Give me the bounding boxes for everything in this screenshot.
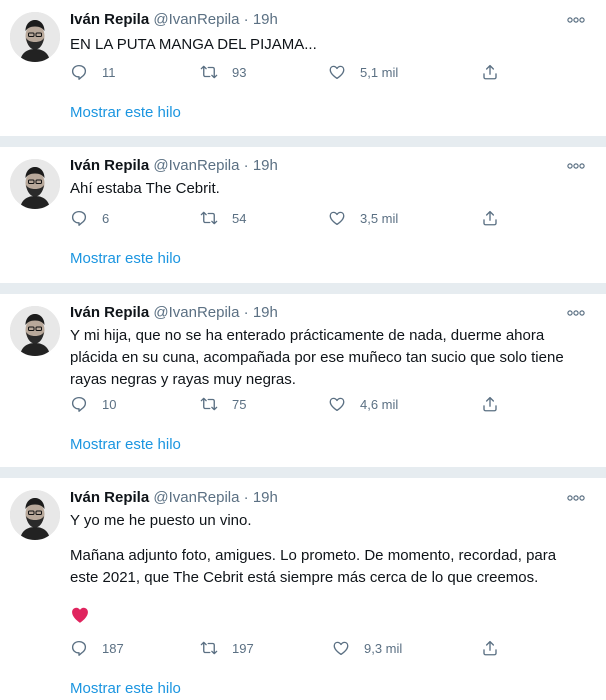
share-button[interactable] [481, 638, 513, 658]
author-handle[interactable]: @IvanRepila [153, 304, 239, 321]
like-button[interactable]: 4,6 mil [328, 394, 398, 414]
share-button[interactable] [481, 62, 513, 82]
share-icon [481, 209, 499, 227]
heart-emoji-icon [72, 607, 88, 623]
reply-icon [70, 209, 88, 227]
like-icon [328, 395, 346, 413]
share-button[interactable] [481, 394, 513, 414]
tweet-actions: 10 75 4,6 mil [70, 394, 510, 414]
like-count: 5,1 mil [360, 64, 399, 80]
avatar[interactable] [10, 12, 60, 62]
more-icon[interactable] [566, 10, 586, 30]
tweet-actions: 187 197 9,3 mil [70, 638, 510, 658]
retweet-button[interactable]: 93 [200, 62, 246, 82]
avatar[interactable] [10, 159, 60, 209]
reply-button[interactable]: 10 [70, 394, 116, 414]
tweet-text: Ahí estaba The Cebrit. [70, 180, 220, 197]
timestamp[interactable]: 19h [253, 157, 278, 174]
retweet-icon [200, 63, 218, 81]
like-count: 3,5 mil [360, 210, 399, 226]
reply-count: 187 [102, 640, 124, 656]
tweet-header: Iván Repila @IvanRepila · 19h [70, 10, 278, 30]
more-icon[interactable] [566, 156, 586, 176]
retweet-icon [200, 639, 218, 657]
reply-icon [70, 395, 88, 413]
like-icon [332, 639, 350, 657]
author-name[interactable]: Iván Repila [70, 157, 149, 174]
like-count: 9,3 mil [364, 640, 403, 656]
retweet-count: 75 [232, 396, 247, 412]
author-handle[interactable]: @IvanRepila [153, 489, 239, 506]
separator-dot: · [243, 304, 249, 321]
author-handle[interactable]: @IvanRepila [153, 157, 239, 174]
reply-icon [70, 63, 88, 81]
show-thread-link[interactable]: Mostrar este hilo [70, 249, 181, 269]
timestamp[interactable]: 19h [253, 11, 278, 28]
tweet-text: Y mi hija, que no se ha enterado práctic… [70, 327, 564, 388]
reply-count: 10 [102, 396, 117, 412]
reply-count: 11 [102, 64, 116, 80]
more-icon[interactable] [566, 303, 586, 323]
like-button[interactable]: 3,5 mil [328, 208, 398, 228]
like-icon [328, 209, 346, 227]
reply-icon [70, 639, 88, 657]
like-icon [328, 63, 346, 81]
tweet-separator [0, 136, 606, 147]
tweet-actions: 6 54 3,5 mil [70, 208, 510, 228]
tweet-separator [0, 467, 606, 478]
more-icon[interactable] [566, 488, 586, 508]
reply-button[interactable]: 11 [70, 62, 116, 82]
author-name[interactable]: Iván Repila [70, 304, 149, 321]
author-name[interactable]: Iván Repila [70, 11, 149, 28]
share-icon [481, 639, 499, 657]
retweet-button[interactable]: 75 [200, 394, 246, 414]
avatar[interactable] [10, 306, 60, 356]
reply-button[interactable]: 6 [70, 208, 109, 228]
tweet-header: Iván Repila @IvanRepila · 19h [70, 156, 278, 176]
retweet-button[interactable]: 54 [200, 208, 246, 228]
avatar[interactable] [10, 490, 60, 540]
reply-button[interactable]: 187 [70, 638, 124, 658]
retweet-icon [200, 209, 218, 227]
tweet-text: Mañana adjunto foto, amigues. Lo prometo… [70, 547, 557, 586]
show-thread-link[interactable]: Mostrar este hilo [70, 435, 181, 455]
retweet-count: 197 [232, 640, 254, 656]
tweet-actions: 11 93 5,1 mil [70, 62, 510, 82]
share-button[interactable] [481, 208, 513, 228]
show-thread-link[interactable]: Mostrar este hilo [70, 103, 181, 123]
separator-dot: · [243, 11, 249, 28]
like-button[interactable]: 5,1 mil [328, 62, 398, 82]
like-count: 4,6 mil [360, 396, 399, 412]
like-button[interactable]: 9,3 mil [332, 638, 402, 658]
show-thread-link[interactable]: Mostrar este hilo [70, 679, 181, 699]
tweet-header: Iván Repila @IvanRepila · 19h [70, 488, 278, 508]
tweet-text: Y yo me he puesto un vino. [70, 512, 252, 529]
timestamp[interactable]: 19h [253, 489, 278, 506]
share-icon [481, 395, 499, 413]
tweet-separator [0, 283, 606, 294]
timestamp[interactable]: 19h [253, 304, 278, 321]
reply-count: 6 [102, 210, 110, 226]
separator-dot: · [243, 157, 249, 174]
retweet-count: 93 [232, 64, 247, 80]
author-handle[interactable]: @IvanRepila [153, 11, 239, 28]
retweet-icon [200, 395, 218, 413]
retweet-count: 54 [232, 210, 247, 226]
author-name[interactable]: Iván Repila [70, 489, 149, 506]
share-icon [481, 63, 499, 81]
retweet-button[interactable]: 197 [200, 638, 254, 658]
tweet-header: Iván Repila @IvanRepila · 19h [70, 303, 278, 323]
tweet-text: EN LA PUTA MANGA DEL PIJAMA... [70, 36, 317, 53]
separator-dot: · [243, 489, 249, 506]
